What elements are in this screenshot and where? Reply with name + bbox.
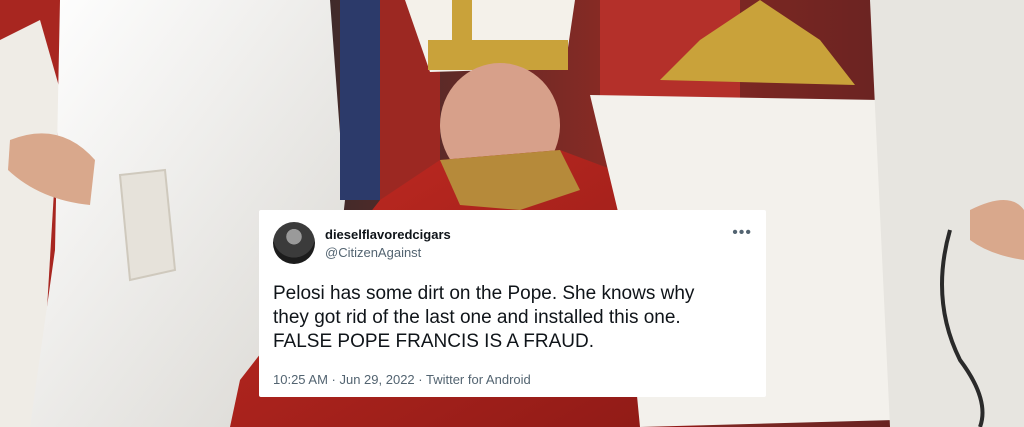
tweet-card: dieselflavoredcigars @CitizenAgainst •••… (259, 210, 766, 397)
user-handle[interactable]: @CitizenAgainst (325, 245, 421, 260)
tweet-text-line-3: FALSE POPE FRANCIS IS A FRAUD. (273, 331, 594, 352)
tweet-text-line-2: they got rid of the last one and install… (273, 307, 681, 328)
tweet-text: Pelosi has some dirt on the Pope. She kn… (273, 282, 753, 354)
tweet-text-line-1: Pelosi has some dirt on the Pope. She kn… (273, 283, 695, 304)
display-name[interactable]: dieselflavoredcigars (325, 227, 451, 242)
avatar[interactable] (273, 222, 315, 264)
mitre-gold-stripe (452, 0, 472, 42)
server-lace-cuff (118, 168, 177, 282)
tweet-meta[interactable]: 10:25 AM · Jun 29, 2022 · Twitter for An… (273, 372, 531, 387)
background-figure-blue (340, 0, 380, 200)
more-horizontal-icon[interactable]: ••• (732, 224, 752, 242)
